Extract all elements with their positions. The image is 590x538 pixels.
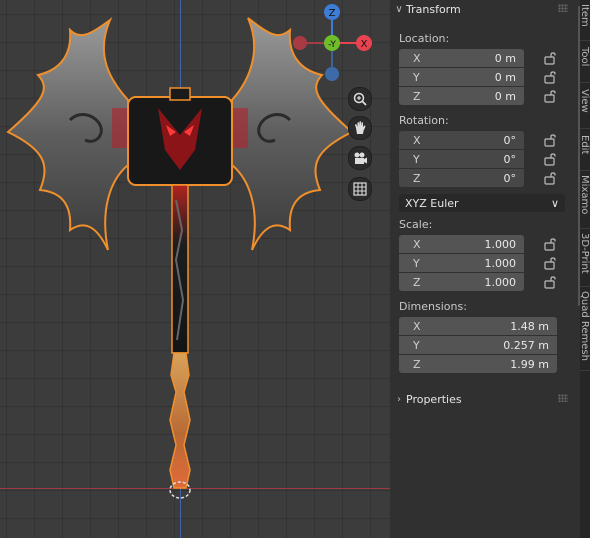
chevron-right-icon: › xyxy=(397,393,401,405)
dimensions-y-value: 0.257 m xyxy=(503,338,549,352)
rotation-mode-value: XYZ Euler xyxy=(405,196,459,210)
chevron-down-icon: ∨ xyxy=(550,196,559,210)
scale-x-axis: X xyxy=(413,237,421,251)
gizmo-neg-x[interactable] xyxy=(293,36,307,50)
dimensions-x-value: 1.48 m xyxy=(510,319,549,333)
unlock-icon[interactable] xyxy=(543,152,557,166)
3d-viewport[interactable]: Z X -Y xyxy=(0,0,390,538)
unlock-icon[interactable] xyxy=(543,275,557,289)
zoom-icon xyxy=(353,92,367,106)
dimensions-label: Dimensions: xyxy=(399,300,467,313)
tab-view[interactable]: View xyxy=(580,83,590,127)
dimensions-y-axis: Y xyxy=(413,338,420,352)
left-blade xyxy=(6,16,129,251)
tab-view-label: View xyxy=(580,89,590,113)
unlock-icon[interactable] xyxy=(543,256,557,270)
rotation-z-value: 0° xyxy=(503,171,517,185)
location-x-field[interactable]: X 0 m xyxy=(399,49,524,67)
rotation-x-value: 0° xyxy=(503,133,517,147)
scale-z-axis: Z xyxy=(413,275,421,289)
gizmo-neg-y-label: -Y xyxy=(328,40,336,50)
scale-x-field[interactable]: X 1.000 xyxy=(399,235,524,253)
dimensions-x-field[interactable]: X 1.48 m xyxy=(399,317,557,335)
hand-pan-icon xyxy=(355,121,366,134)
tab-3d-print-label: 3D-Print xyxy=(580,233,590,274)
transform-panel-header[interactable]: ∨ Transform xyxy=(392,0,578,18)
tab-tool-label: Tool xyxy=(580,47,590,67)
properties-title: Properties xyxy=(406,392,462,406)
tab-item[interactable]: Item xyxy=(580,0,590,40)
location-y-value: 0 m xyxy=(494,70,516,84)
location-z-axis: Z xyxy=(413,89,421,103)
unlock-icon[interactable] xyxy=(543,171,557,185)
unlock-icon[interactable] xyxy=(543,237,557,251)
rotation-y-axis: Y xyxy=(413,152,420,166)
scale-y-field[interactable]: Y 1.000 xyxy=(399,254,524,272)
dimensions-z-axis: Z xyxy=(413,357,421,371)
chevron-down-icon: ∨ xyxy=(395,3,403,15)
unlock-icon[interactable] xyxy=(543,70,557,84)
camera-view-button[interactable] xyxy=(348,146,372,170)
unlock-icon[interactable] xyxy=(543,89,557,103)
unlock-icon[interactable] xyxy=(543,51,557,65)
location-y-field[interactable]: Y 0 m xyxy=(399,68,524,86)
tab-edit-label: Edit xyxy=(580,135,590,155)
dimensions-x-axis: X xyxy=(413,319,421,333)
tab-mixamo[interactable]: Mixamo xyxy=(580,171,590,227)
tab-quad-remesh-label: Quad Remesh xyxy=(580,291,590,361)
tab-quad-remesh[interactable]: Quad Remesh xyxy=(580,287,590,369)
scale-y-axis: Y xyxy=(413,256,420,270)
tab-tool[interactable]: Tool xyxy=(580,41,590,81)
scale-y-value: 1.000 xyxy=(484,256,517,270)
pan-button[interactable] xyxy=(348,116,372,140)
rotation-z-field[interactable]: Z 0° xyxy=(399,169,524,187)
dimensions-y-field[interactable]: Y 0.257 m xyxy=(399,336,557,354)
drag-grip-icon[interactable] xyxy=(558,4,568,12)
location-z-field[interactable]: Z 0 m xyxy=(399,87,524,105)
gizmo-z-label: Z xyxy=(329,8,336,19)
transform-title: Transform xyxy=(406,2,461,16)
axe-handle xyxy=(171,184,189,354)
camera-icon xyxy=(354,152,367,164)
location-x-axis: X xyxy=(413,51,421,65)
location-y-axis: Y xyxy=(413,70,420,84)
rotation-y-value: 0° xyxy=(503,152,517,166)
gizmo-neg-z[interactable] xyxy=(325,67,339,81)
drag-grip-icon[interactable] xyxy=(558,394,568,402)
grid-ortho-icon xyxy=(353,182,367,196)
properties-panel-header[interactable]: › Properties xyxy=(392,390,578,408)
dimensions-z-field[interactable]: Z 1.99 m xyxy=(399,355,557,373)
rotation-x-field[interactable]: X 0° xyxy=(399,131,524,149)
rotation-y-field[interactable]: Y 0° xyxy=(399,150,524,168)
location-x-value: 0 m xyxy=(494,51,516,65)
location-label: Location: xyxy=(399,32,450,45)
rotation-x-axis: X xyxy=(413,133,421,147)
scale-x-value: 1.000 xyxy=(484,237,517,251)
ortho-toggle-button[interactable] xyxy=(348,177,372,201)
gizmo-x-label: X xyxy=(361,39,368,50)
sidebar-tabs: Item Tool View Edit Mixamo 3D-Print Quad… xyxy=(580,0,590,538)
navigation-gizmo[interactable]: Z X -Y xyxy=(290,0,380,85)
rotation-z-axis: Z xyxy=(413,171,421,185)
scale-z-value: 1.000 xyxy=(484,275,517,289)
rotation-label: Rotation: xyxy=(399,114,449,127)
tab-edit[interactable]: Edit xyxy=(580,129,590,169)
dimensions-z-value: 1.99 m xyxy=(510,357,549,371)
unlock-icon[interactable] xyxy=(543,133,557,147)
tab-separator xyxy=(580,370,590,371)
axe-pommel xyxy=(169,352,191,489)
scale-label: Scale: xyxy=(399,218,433,231)
rotation-mode-dropdown[interactable]: XYZ Euler ∨ xyxy=(399,194,565,212)
zoom-button[interactable] xyxy=(348,87,372,111)
tab-3d-print[interactable]: 3D-Print xyxy=(580,229,590,285)
scale-z-field[interactable]: Z 1.000 xyxy=(399,273,524,291)
tab-item-label: Item xyxy=(580,4,590,27)
axe-head-top xyxy=(169,87,191,101)
location-z-value: 0 m xyxy=(494,89,516,103)
tab-mixamo-label: Mixamo xyxy=(580,175,590,215)
